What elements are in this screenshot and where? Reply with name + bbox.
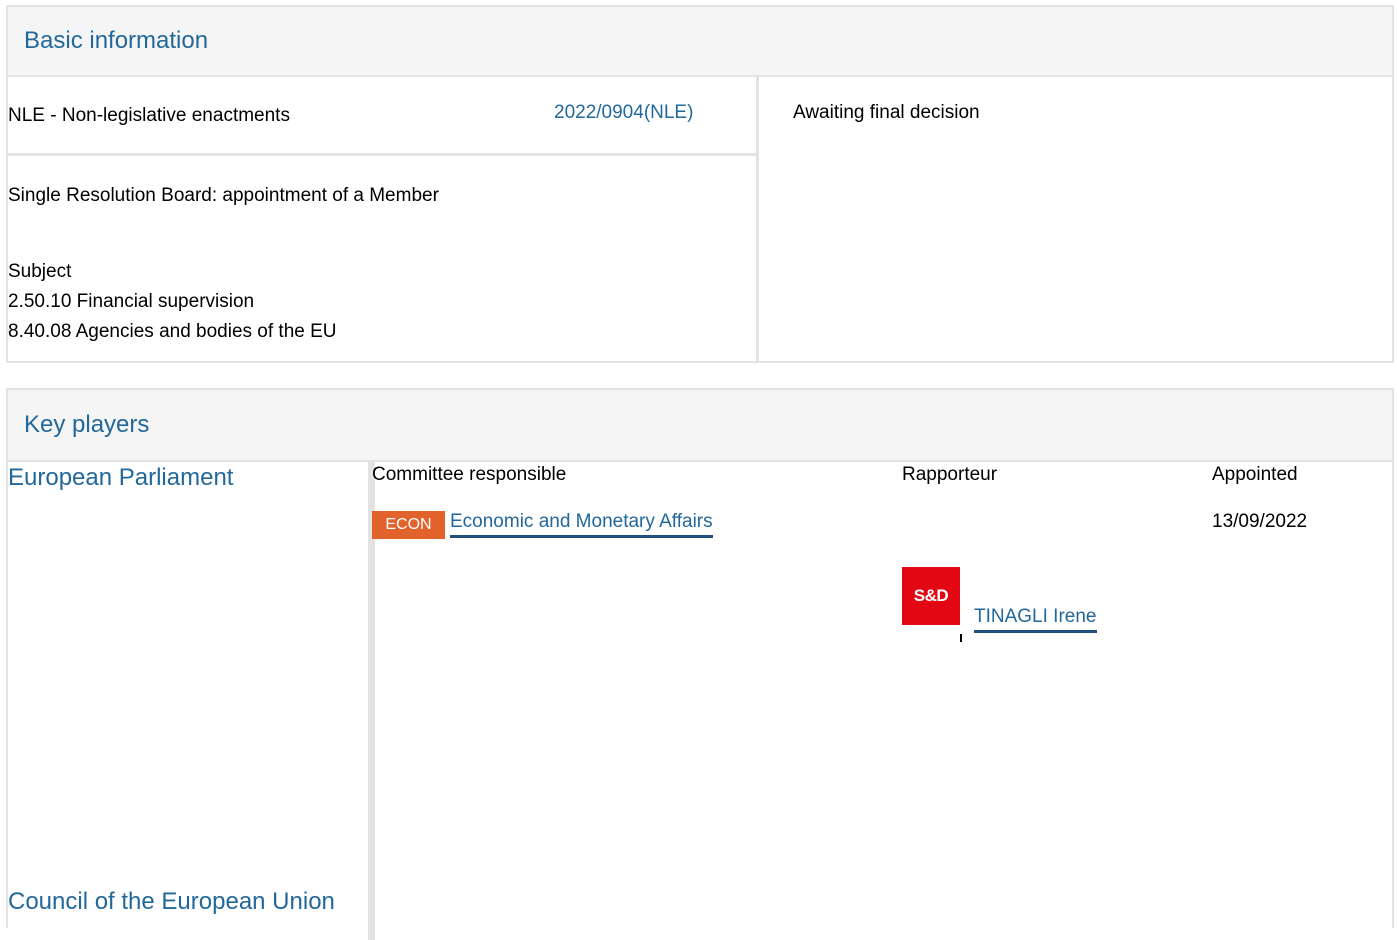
- procedure-title: Single Resolution Board: appointment of …: [8, 185, 439, 206]
- council-link[interactable]: Council of the European Union: [8, 888, 335, 916]
- key-players-header: Key players: [8, 390, 1392, 462]
- rapporteur-link[interactable]: TINAGLI Irene: [974, 606, 1097, 633]
- political-group-logo: S&D: [902, 567, 960, 625]
- procedure-type: NLE - Non-legislative enactments: [8, 105, 290, 126]
- committee-code-badge: ECON: [372, 511, 445, 539]
- basic-information-header: Basic information: [8, 7, 1392, 77]
- european-parliament-link[interactable]: European Parliament: [8, 464, 233, 492]
- column-header-appointed: Appointed: [1212, 464, 1298, 485]
- subject-item: 2.50.10 Financial supervision: [8, 291, 255, 312]
- logo-tick-mark: [960, 634, 962, 642]
- column-header-rapporteur: Rapporteur: [902, 464, 998, 485]
- row-divider: [8, 153, 756, 156]
- column-divider: [756, 75, 759, 363]
- basic-information-panel: Basic information NLE - Non-legislative …: [6, 5, 1394, 363]
- column-header-committee: Committee responsible: [372, 464, 567, 485]
- basic-information-title: Basic information: [24, 27, 209, 54]
- procedure-reference-link[interactable]: 2022/0904(NLE): [554, 102, 693, 124]
- key-players-panel: Key players European Parliament Committe…: [6, 388, 1394, 940]
- subject-item: 8.40.08 Agencies and bodies of the EU: [8, 321, 337, 342]
- subject-label: Subject: [8, 261, 72, 282]
- procedure-status: Awaiting final decision: [793, 102, 980, 123]
- committee-link[interactable]: Economic and Monetary Affairs: [450, 511, 713, 538]
- appointed-date: 13/09/2022: [1212, 511, 1308, 532]
- key-players-title: Key players: [24, 411, 150, 438]
